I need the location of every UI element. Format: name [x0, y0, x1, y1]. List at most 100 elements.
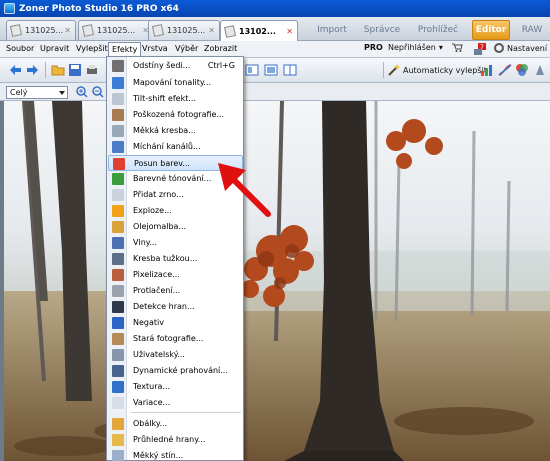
open-folder-icon[interactable] [51, 63, 65, 77]
tab-browser[interactable]: Prohlížeč [412, 20, 464, 40]
forward-arrow-icon[interactable] [26, 63, 40, 77]
effects-menu-item-label: Uživatelský... [133, 350, 185, 359]
menu-effects[interactable]: Efekty [108, 42, 142, 57]
title-bar: Zoner Photo Studio 16 PRO x64 [0, 0, 550, 17]
effects-menu-item[interactable]: Míchání kanálů... [108, 139, 243, 155]
effects-menu-item[interactable]: Průhledné hrany... [108, 432, 243, 448]
tab-manager[interactable]: Správce [358, 20, 406, 40]
effects-menu-item-label: Obálky... [133, 419, 168, 428]
cart-icon[interactable] [452, 43, 463, 52]
compare-view-icon[interactable] [245, 63, 259, 77]
effects-menu-item-label: Stará fotografie... [133, 334, 204, 343]
effects-menu-item-label: Posun barev... [134, 159, 191, 168]
effects-menu-item[interactable]: Exploze... [108, 203, 243, 219]
auto-enhance-button[interactable]: Automaticky vylepšit [388, 64, 487, 76]
effects-menu-item[interactable]: Protlačení... [108, 283, 243, 299]
document-tab-3[interactable]: 131025... ✕ [148, 20, 220, 40]
effects-menu-item[interactable]: Měkký stín... [108, 448, 243, 461]
document-tab-label: 131025... [25, 26, 64, 35]
color-balance-icon[interactable] [515, 63, 529, 77]
effects-menu-item[interactable]: Obálky... [108, 416, 243, 432]
damaged-photo-icon [112, 109, 124, 121]
single-view-icon[interactable] [264, 63, 278, 77]
menu-view[interactable]: Zobrazit [204, 44, 237, 53]
effects-menu-item[interactable]: Poškozená fotografie... [108, 107, 243, 123]
effects-menu-item[interactable]: Měkká kresba... [108, 123, 243, 139]
photo-thumb-icon [151, 24, 165, 37]
effects-menu-item[interactable]: Odstíny šedi... Ctrl+G [108, 58, 243, 74]
chevron-down-icon [59, 91, 65, 95]
curves-icon[interactable] [498, 63, 512, 77]
zoom-select[interactable]: Celý [6, 86, 68, 99]
settings-button[interactable]: Nastavení [494, 43, 547, 53]
back-arrow-icon[interactable] [8, 63, 22, 77]
color-shift-icon [113, 158, 125, 170]
app-logo-icon [4, 3, 15, 14]
add-grain-icon [112, 189, 124, 201]
effects-menu-item-label: Odstíny šedi... [133, 61, 191, 70]
effects-menu-item[interactable]: Barevné tónování... [108, 171, 243, 187]
document-tab-2[interactable]: 131025... ✕ [78, 20, 154, 40]
gear-icon [494, 43, 504, 53]
effects-menu-item-label: Detekce hran... [133, 302, 195, 311]
menu-file[interactable]: Soubor [6, 44, 34, 53]
pixelize-icon [112, 269, 124, 281]
effects-menu-item[interactable]: Textura... [108, 379, 243, 395]
effects-menu-item[interactable]: Posun barev... [108, 155, 243, 171]
tab-editor[interactable]: Editor [472, 20, 510, 40]
close-tab-icon[interactable]: ✕ [208, 26, 215, 35]
effects-menu-item-label: Textura... [133, 382, 171, 391]
effects-menu-item[interactable]: Vlny... [108, 235, 243, 251]
color-toning-icon [112, 173, 124, 185]
effects-menu-item[interactable]: Tilt-shift efekt... [108, 91, 243, 107]
effects-menu-item[interactable]: Negativ [108, 315, 243, 331]
close-tab-icon[interactable]: ✕ [286, 27, 293, 36]
login-dropdown[interactable]: Nepřihlášen ▾ [388, 43, 443, 52]
photo-canvas[interactable] [4, 101, 550, 461]
effects-menu-item-label: Olejomalba... [133, 222, 187, 231]
save-icon[interactable] [68, 63, 82, 77]
menu-layer[interactable]: Vrstva [142, 44, 168, 53]
effects-menu-item-label: Protlačení... [133, 286, 181, 295]
menu-enhance[interactable]: Vylepšit [76, 44, 108, 53]
split-view-icon[interactable] [283, 63, 297, 77]
tone-mapping-icon [112, 77, 124, 89]
document-tab-label: 131025... [97, 26, 136, 35]
menu-edit[interactable]: Upravit [40, 44, 69, 53]
dynamic-threshold-icon [112, 365, 124, 377]
effects-menu-item[interactable]: Detekce hran... [108, 299, 243, 315]
effects-menu-item-label: Negativ [133, 318, 164, 327]
effects-menu-item[interactable]: Dynamické prahování... [108, 363, 243, 379]
soft-shadow-icon [112, 450, 124, 461]
transparent-edges-icon [112, 434, 124, 446]
envelopes-icon [112, 418, 124, 430]
effects-menu-item[interactable]: Kresba tužkou... [108, 251, 243, 267]
tab-raw[interactable]: RAW [516, 20, 548, 40]
effects-menu-item[interactable]: Variace... [108, 395, 243, 411]
effects-menu-item[interactable]: Uživatelský... [108, 347, 243, 363]
notifications-icon[interactable]: 7 [474, 43, 486, 56]
menu-selection[interactable]: Výběr [175, 44, 198, 53]
tab-bar: 131025... ✕ 131025... ✕ 131025... ✕ 1310… [0, 17, 550, 41]
effects-menu-item-label: Pixelizace... [133, 270, 180, 279]
tab-import[interactable]: Import [312, 20, 352, 40]
sharpen-icon[interactable] [533, 63, 547, 77]
effects-menu-item[interactable]: Olejomalba... [108, 219, 243, 235]
zoom-out-icon[interactable] [92, 86, 104, 98]
effects-menu-item-label: Mapování tonality... [133, 78, 212, 87]
effects-menu-item[interactable]: Mapování tonality... [108, 75, 243, 91]
print-icon[interactable] [85, 63, 99, 77]
effects-menu-item[interactable]: Pixelizace... [108, 267, 243, 283]
close-tab-icon[interactable]: ✕ [64, 26, 71, 35]
pro-label: PRO [364, 43, 383, 52]
channel-mixer-icon [112, 141, 124, 153]
document-tab-1[interactable]: 131025... ✕ [6, 20, 76, 40]
effects-menu-item-label: Měkká kresba... [133, 126, 196, 135]
effects-menu-item[interactable]: Přidat zrno... [108, 187, 243, 203]
menu-separator [131, 412, 241, 413]
levels-icon[interactable] [480, 63, 494, 77]
document-tab-4[interactable]: 13102... ✕ [220, 20, 298, 41]
effects-menu-item[interactable]: Stará fotografie... [108, 331, 243, 347]
oil-paint-icon [112, 221, 124, 233]
zoom-in-icon[interactable] [76, 86, 88, 98]
